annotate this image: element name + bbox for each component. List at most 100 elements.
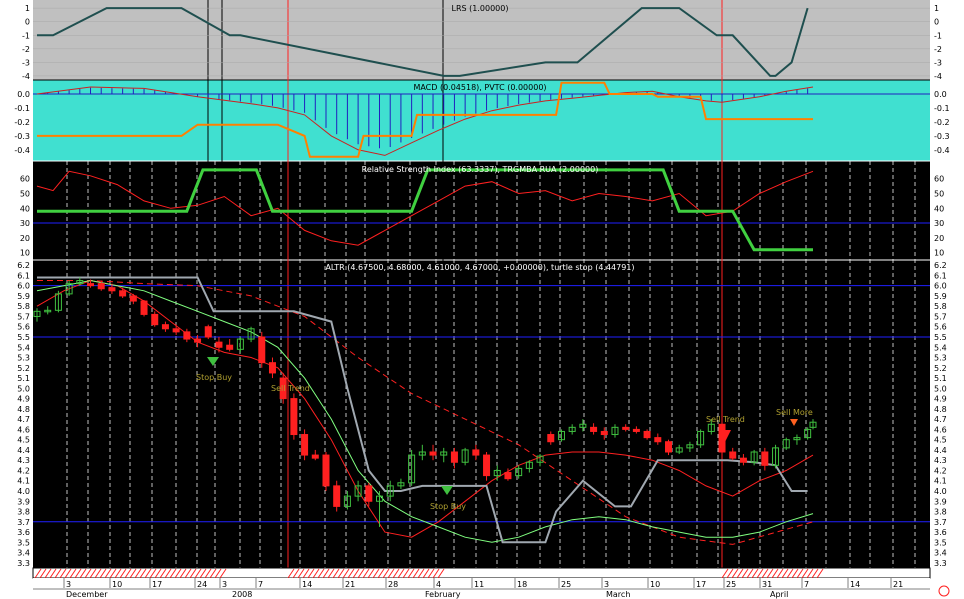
rsi-tick-right: 50 — [934, 190, 944, 199]
candle-body — [268, 362, 276, 374]
price-tick-right: 5.2 — [934, 364, 947, 373]
day-label: 3 — [604, 580, 609, 589]
candle-body — [215, 341, 223, 348]
rsi-tick-left: 20 — [20, 234, 30, 243]
day-label: 17 — [152, 580, 162, 589]
candle-body — [119, 290, 127, 297]
day-label: 24 — [197, 580, 207, 589]
day-label: 11 — [474, 580, 484, 589]
lrs-tick-right: 1 — [934, 4, 939, 13]
rsi-tick-right: 30 — [934, 219, 944, 228]
candle-body — [194, 338, 202, 343]
price-tick-right: 3.7 — [934, 518, 947, 527]
price-tick-left: 6.2 — [17, 261, 30, 270]
day-label: 31 — [762, 580, 772, 589]
day-label: 3 — [222, 580, 227, 589]
candle-body — [547, 434, 555, 443]
lrs-tick-right: 0 — [934, 18, 939, 27]
price-tick-right: 3.8 — [934, 508, 947, 517]
macd-tick-right: -0.4 — [934, 146, 950, 155]
candle-body — [172, 328, 180, 333]
price-tick-left: 3.8 — [17, 508, 30, 517]
price-tick-right: 4.9 — [934, 395, 947, 404]
macd-tick-right: -0.3 — [934, 132, 950, 141]
annotation-label: Sell Trend — [271, 384, 310, 393]
price-tick-left: 5.7 — [17, 312, 30, 321]
candle-body — [450, 451, 458, 463]
price-tick-left: 4.5 — [17, 436, 30, 445]
macd-tick-left: -0.4 — [14, 146, 30, 155]
refresh-icon — [938, 585, 950, 597]
candle-body — [183, 331, 191, 340]
candle-body — [654, 437, 662, 443]
price-tick-left: 5.3 — [17, 354, 30, 363]
price-tick-right: 5.4 — [934, 343, 947, 352]
candle-body — [108, 287, 116, 292]
annotation-label: Sell Trend — [706, 415, 745, 424]
price-tick-left: 4.1 — [17, 477, 30, 486]
day-label: 7 — [804, 580, 809, 589]
candle-body — [622, 426, 630, 430]
price-tick-right: 5.7 — [934, 312, 947, 321]
month-label: March — [606, 590, 630, 599]
rsi-title: Relative Strength Index (63.3337), TRGMB… — [362, 165, 599, 174]
price-tick-right: 3.6 — [934, 528, 947, 537]
price-tick-right: 4.6 — [934, 425, 947, 434]
rsi-tick-left: 50 — [20, 190, 30, 199]
rsi-tick-right: 20 — [934, 234, 944, 243]
price-tick-right: 4.5 — [934, 436, 947, 445]
day-label: 17 — [696, 580, 706, 589]
lrs-tick-left: 1 — [25, 4, 30, 13]
candle-body — [129, 295, 137, 302]
price-tick-right: 5.0 — [934, 384, 947, 393]
day-label: 10 — [650, 580, 660, 589]
rsi-tick-right: 40 — [934, 204, 944, 213]
price-tick-left: 3.5 — [17, 538, 30, 547]
price-tick-left: 6.0 — [17, 282, 30, 291]
month-label: February — [425, 590, 461, 599]
price-tick-left: 5.1 — [17, 374, 30, 383]
price-tick-right: 3.5 — [934, 538, 947, 547]
price-tick-right: 3.3 — [934, 559, 947, 568]
price-tick-left: 5.9 — [17, 292, 30, 301]
price-tick-right: 5.8 — [934, 302, 947, 311]
lrs-tick-right: -2 — [934, 45, 942, 54]
price-tick-left: 4.9 — [17, 395, 30, 404]
price-tick-left: 3.9 — [17, 497, 30, 506]
day-label: 3 — [66, 580, 71, 589]
price-tick-right: 4.0 — [934, 487, 947, 496]
candle-body — [665, 441, 673, 453]
price-tick-left: 5.2 — [17, 364, 30, 373]
annotation-label: Sell More — [776, 408, 813, 417]
stock-chart: 1 10 0-1 -1-2 -2-3 -3-4 -40.0 0.0-0.1 -0.1-0.2 -0… — [0, 0, 964, 599]
price-tick-left: 3.4 — [17, 549, 30, 558]
price-tick-left: 4.2 — [17, 466, 30, 475]
price-tick-left: 4.0 — [17, 487, 30, 496]
candle-body — [97, 283, 105, 290]
price-tick-right: 4.7 — [934, 415, 947, 424]
price-tick-left: 4.6 — [17, 425, 30, 434]
day-label: 21 — [345, 580, 355, 589]
price-tick-right: 5.6 — [934, 323, 947, 332]
annotation-label: Stop Buy — [430, 502, 466, 511]
candle-body — [322, 454, 330, 487]
macd-tick-left: -0.1 — [14, 104, 30, 113]
month-label: 2008 — [232, 590, 252, 599]
rsi-tick-left: 60 — [20, 175, 30, 184]
lrs-tick-left: -1 — [22, 31, 30, 40]
price-tick-right: 6.1 — [934, 271, 947, 280]
day-label: 28 — [388, 580, 398, 589]
lrs-tick-left: -4 — [22, 72, 30, 81]
lrs-tick-right: -4 — [934, 72, 942, 81]
candle-body — [301, 434, 309, 456]
macd-tick-right: 0.0 — [934, 90, 947, 99]
price-tick-right: 3.4 — [934, 549, 947, 558]
rsi-tick-right: 10 — [934, 249, 944, 258]
rsi-tick-right: 60 — [934, 175, 944, 184]
candle-body — [87, 283, 95, 287]
price-tick-right: 6.2 — [934, 261, 947, 270]
price-tick-left: 3.6 — [17, 528, 30, 537]
price-tick-right: 5.3 — [934, 354, 947, 363]
lrs-tick-right: -3 — [934, 58, 942, 67]
candle-body — [140, 300, 148, 315]
